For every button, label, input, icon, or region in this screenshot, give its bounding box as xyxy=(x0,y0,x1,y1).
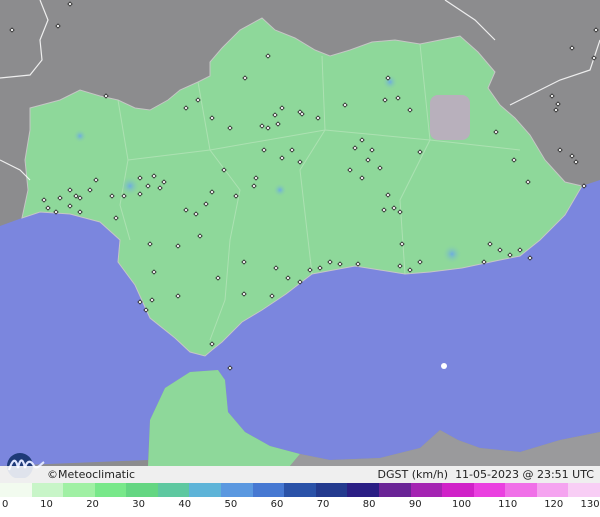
scale-tick-label: 130 xyxy=(580,499,600,510)
scale-tick-label: 0 xyxy=(2,499,9,510)
color-scale-segment xyxy=(252,483,285,497)
color-scale-segment xyxy=(568,483,600,497)
scale-tick-label: 120 xyxy=(544,499,564,510)
color-scale-segment xyxy=(0,483,32,497)
color-scale-segment xyxy=(536,483,569,497)
color-scale-segment xyxy=(378,483,411,497)
color-scale-segment xyxy=(126,483,158,497)
color-scale-segment xyxy=(410,483,443,497)
color-scale: 0 10 20 30 40 50 60 70 80 90 100 110 120 130 xyxy=(0,483,600,517)
wind-blob xyxy=(382,74,398,90)
color-scale-segment xyxy=(284,483,316,497)
color-scale-segment xyxy=(31,483,64,497)
color-scale-segment xyxy=(442,483,474,497)
mountain-area xyxy=(430,95,470,140)
wind-blob xyxy=(120,176,140,196)
wind-blob xyxy=(442,244,462,264)
copyright-symbol: © xyxy=(47,468,58,481)
map-canvas xyxy=(0,0,600,517)
color-scale-segment xyxy=(157,483,190,497)
color-scale-segment xyxy=(473,483,506,497)
scale-tick-label: 90 xyxy=(408,499,422,510)
color-scale-segment xyxy=(189,483,222,497)
alboran-island xyxy=(441,363,447,369)
map-meta: DGST (km/h) 11-05-2023 @ 23:51 UTC xyxy=(378,466,594,483)
color-scale-segment xyxy=(315,483,348,497)
scale-tick-label: 30 xyxy=(132,499,146,510)
scale-tick-label: 110 xyxy=(498,499,518,510)
map-footer: ©Meteoclimatic DGST (km/h) 11-05-2023 @ … xyxy=(0,466,600,483)
scale-tick-label: 80 xyxy=(362,499,376,510)
color-scale-segment xyxy=(94,483,127,497)
scale-tick-label: 60 xyxy=(270,499,284,510)
scale-tick-label: 50 xyxy=(224,499,238,510)
weather-map xyxy=(0,0,600,517)
wind-blob xyxy=(73,129,87,143)
scale-tick-label: 40 xyxy=(178,499,192,510)
variable-label: DGST (km/h) xyxy=(377,468,449,481)
scale-tick-label: 100 xyxy=(452,499,472,510)
color-scale-segment xyxy=(63,483,95,497)
credit: ©Meteoclimatic xyxy=(47,466,135,483)
wind-blob xyxy=(273,183,287,197)
color-scale-segment xyxy=(221,483,253,497)
brand-name: Meteoclimatic xyxy=(58,468,136,481)
color-scale-segment xyxy=(505,483,537,497)
scale-tick-label: 20 xyxy=(86,499,99,510)
timestamp: 11-05-2023 @ 23:51 UTC xyxy=(455,468,594,481)
color-scale-bar xyxy=(0,483,600,497)
color-scale-segment xyxy=(347,483,379,497)
scale-tick-label: 70 xyxy=(316,499,330,510)
scale-tick-label: 10 xyxy=(40,499,53,510)
